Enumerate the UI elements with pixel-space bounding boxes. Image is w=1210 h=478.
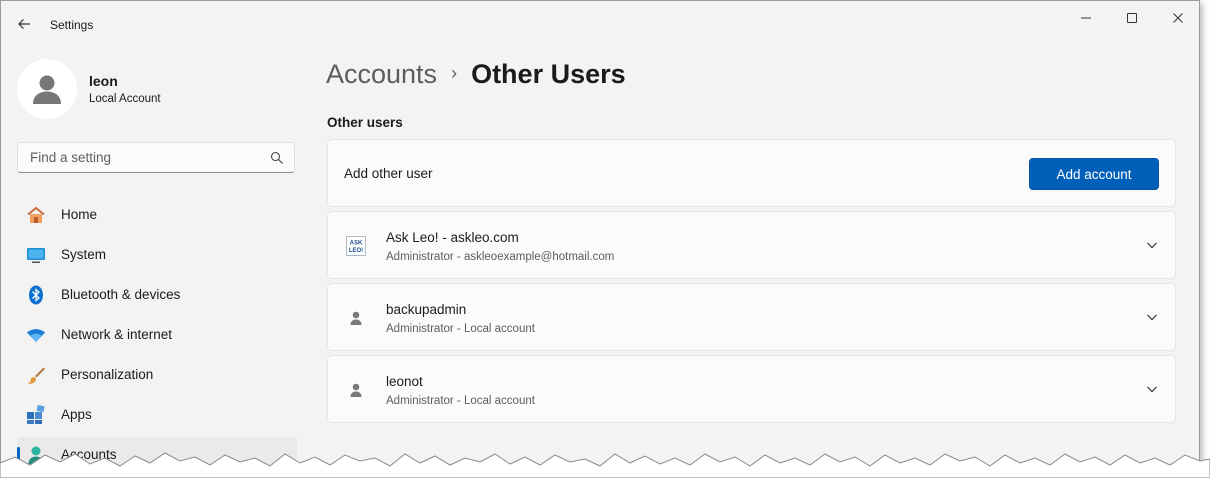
breadcrumb: Accounts › Other Users — [326, 59, 626, 90]
user-name: leonot — [386, 374, 423, 389]
profile-name: leon — [89, 73, 118, 89]
bluetooth-icon — [29, 285, 43, 305]
person-icon — [350, 311, 362, 325]
search-icon[interactable] — [270, 151, 284, 165]
sidebar-item-bluetooth[interactable]: Bluetooth & devices — [17, 277, 297, 313]
sidebar-item-apps[interactable]: Apps — [17, 397, 297, 433]
app-title: Settings — [50, 18, 94, 32]
back-button[interactable] — [13, 13, 35, 35]
add-account-button[interactable]: Add account — [1029, 158, 1159, 190]
sidebar-item-label: Home — [61, 207, 98, 222]
maximize-icon — [1127, 13, 1137, 23]
user-row-backupadmin[interactable]: backupadmin Administrator - Local accoun… — [327, 283, 1176, 351]
sidebar-item-network[interactable]: Network & internet — [17, 317, 297, 353]
sidebar-item-label: System — [61, 247, 107, 262]
minimize-button[interactable] — [1063, 7, 1109, 29]
person-icon — [350, 383, 362, 397]
search-input[interactable] — [28, 149, 262, 166]
add-user-label: Add other user — [344, 166, 433, 181]
close-icon — [1173, 13, 1183, 23]
sidebar-item-label: Apps — [61, 407, 92, 422]
apps-icon — [27, 405, 45, 424]
sidebar-item-home[interactable]: Home — [17, 197, 297, 233]
title-bar: Settings — [1, 1, 1199, 47]
breadcrumb-parent[interactable]: Accounts — [326, 59, 437, 89]
sidebar-item-label: Personalization — [61, 367, 154, 382]
svg-text:ASK: ASK — [350, 241, 363, 247]
sidebar-item-personalization[interactable]: Personalization — [17, 357, 297, 393]
settings-window: Settings leon Local Account Find a setti… — [0, 0, 1200, 470]
home-icon — [27, 206, 45, 223]
sidebar-item-system[interactable]: System — [17, 237, 297, 273]
search-box[interactable] — [17, 142, 295, 173]
add-user-card: Add other user Add account — [327, 139, 1176, 207]
profile-account-type: Local Account — [89, 93, 161, 105]
wifi-icon — [27, 329, 45, 342]
user-row-askleo[interactable]: ASK LEO! Ask Leo! - askleo.com Administr… — [327, 211, 1176, 279]
avatar[interactable] — [17, 59, 77, 119]
user-detail: Administrator - Local account — [386, 395, 535, 407]
minimize-icon — [1081, 17, 1091, 19]
section-title: Other users — [327, 115, 403, 130]
chevron-down-icon[interactable] — [1145, 382, 1159, 396]
svg-text:LEO!: LEO! — [349, 248, 363, 254]
back-arrow-icon — [18, 19, 30, 29]
user-row-leonot[interactable]: leonot Administrator - Local account — [327, 355, 1176, 423]
brush-icon — [27, 367, 45, 384]
user-detail: Administrator - Local account — [386, 323, 535, 335]
breadcrumb-separator: › — [451, 63, 458, 83]
user-name: backupadmin — [386, 302, 467, 317]
system-icon — [27, 248, 45, 263]
person-avatar-icon — [33, 75, 61, 104]
torn-edge-decoration — [0, 452, 1210, 478]
askleo-logo-icon: ASK LEO! — [346, 236, 366, 256]
chevron-down-icon[interactable] — [1145, 238, 1159, 252]
maximize-button[interactable] — [1109, 7, 1155, 29]
page-title: Other Users — [471, 59, 626, 89]
sidebar-item-label: Bluetooth & devices — [61, 287, 181, 302]
user-name: Ask Leo! - askleo.com — [386, 230, 519, 245]
sidebar-item-label: Network & internet — [61, 327, 173, 342]
user-detail: Administrator - askleoexample@hotmail.co… — [386, 251, 615, 263]
close-button[interactable] — [1155, 7, 1199, 29]
chevron-down-icon[interactable] — [1145, 310, 1159, 324]
